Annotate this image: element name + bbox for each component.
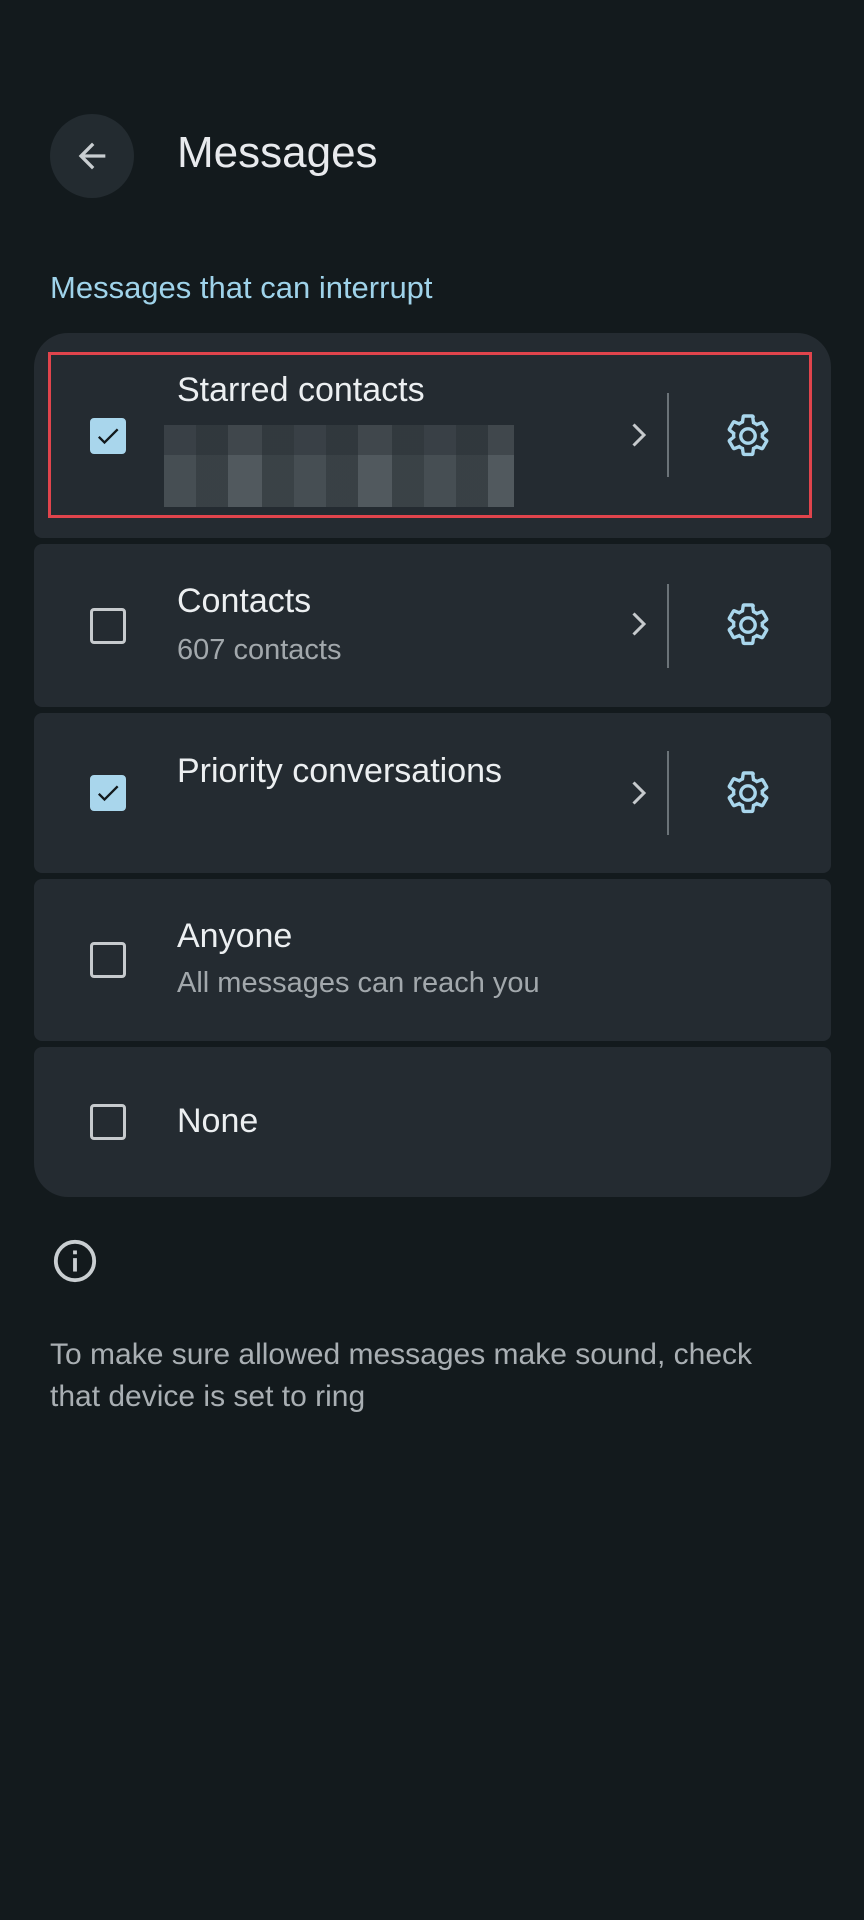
priority-title: Priority conversations (177, 752, 503, 790)
info-icon (53, 1239, 97, 1283)
section-heading: Messages that can interrupt (50, 270, 433, 305)
anyone-title: Anyone (177, 917, 293, 955)
option-anyone[interactable]: Anyone All messages can reach you (34, 879, 831, 1041)
divider (667, 584, 669, 668)
option-none[interactable]: None (34, 1047, 831, 1197)
divider (667, 751, 669, 835)
chevron-right-icon[interactable] (620, 604, 656, 644)
page-title: Messages (177, 128, 378, 177)
selection-highlight (48, 352, 812, 518)
option-priority-conversations[interactable]: Priority conversations (34, 713, 831, 873)
footer-note: To make sure allowed messages make sound… (50, 1338, 753, 1413)
anyone-checkbox[interactable] (90, 942, 126, 978)
priority-checkbox[interactable] (90, 775, 126, 811)
back-arrow-icon (78, 142, 106, 170)
gear-icon[interactable] (724, 601, 772, 649)
contacts-title: Contacts (177, 582, 312, 620)
none-checkbox[interactable] (90, 1104, 126, 1140)
contacts-subtitle: 607 contacts (177, 634, 342, 666)
check-icon (97, 785, 119, 802)
anyone-subtitle: All messages can reach you (177, 967, 540, 999)
chevron-right-icon[interactable] (620, 773, 656, 813)
gear-icon[interactable] (724, 769, 772, 817)
screen: Messages Messages that can interrupt Sta… (0, 0, 864, 1920)
none-title: None (177, 1102, 259, 1140)
option-contacts[interactable]: Contacts 607 contacts (34, 544, 831, 707)
contacts-checkbox[interactable] (90, 608, 126, 644)
back-button[interactable] (50, 114, 134, 198)
